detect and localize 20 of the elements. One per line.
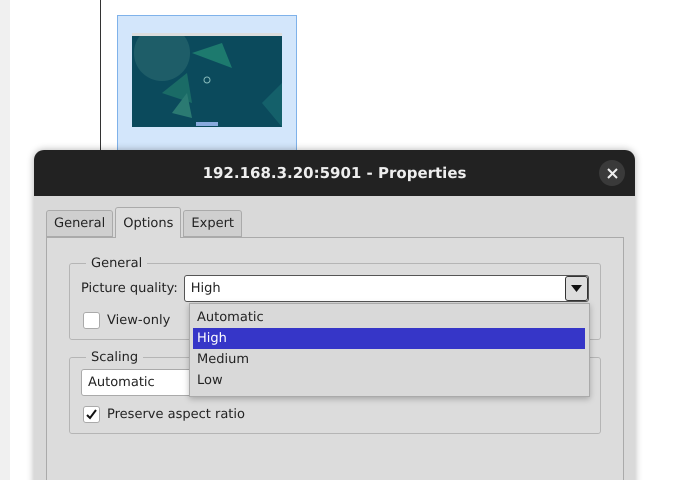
close-button[interactable]: [599, 160, 625, 186]
menu-item[interactable]: Medium: [193, 349, 585, 370]
group-title: General: [90, 256, 144, 271]
checkbox[interactable]: [83, 406, 100, 423]
group-title: Scaling: [90, 350, 140, 365]
tab[interactable]: Options: [115, 207, 182, 238]
menu-item[interactable]: Low: [193, 370, 585, 391]
checkbox[interactable]: [83, 312, 100, 329]
tab[interactable]: General: [46, 210, 114, 237]
quality-dropdown[interactable]: High: [184, 275, 589, 302]
tab[interactable]: Expert: [183, 210, 242, 237]
window-title: 192.168.3.20:5901 - Properties: [202, 164, 466, 182]
menu-item[interactable]: High: [193, 328, 585, 349]
field-label: Picture quality:: [81, 281, 178, 296]
caret-icon: [571, 285, 582, 292]
menu-item[interactable]: Automatic: [193, 307, 585, 328]
checkbox-label: View-only: [107, 313, 170, 328]
checkbox-label: Preserve aspect ratio: [107, 407, 245, 422]
close-icon: [606, 168, 618, 178]
dropdown-button[interactable]: [565, 276, 588, 301]
